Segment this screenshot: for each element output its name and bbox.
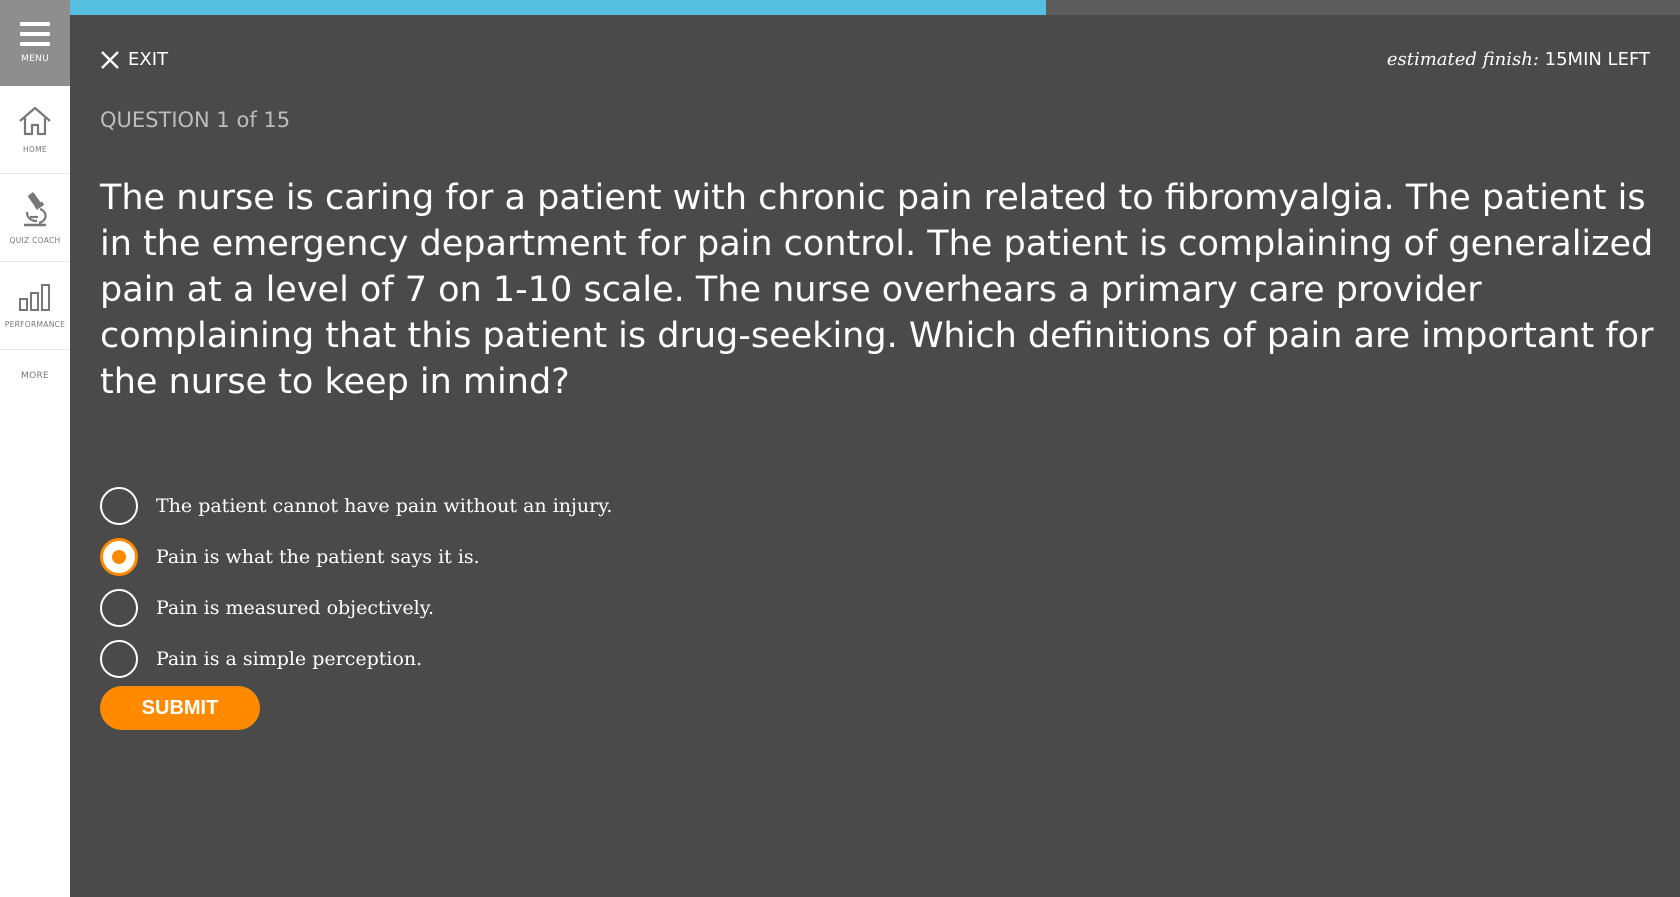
sidebar: MENU HOME QUIZ COACH PERFORMANCE MORE xyxy=(0,0,70,897)
sidebar-item-quiz-coach[interactable]: QUIZ COACH xyxy=(0,174,70,262)
exit-label: EXIT xyxy=(128,49,169,70)
menu-label: MENU xyxy=(21,54,49,64)
microscope-icon xyxy=(24,192,47,227)
radio-button[interactable] xyxy=(100,588,138,627)
progress-bar xyxy=(70,0,1680,15)
quiz-panel: EXIT estimated finish: 15MIN LEFT QUESTI… xyxy=(70,15,1680,897)
estimated-finish: estimated finish: 15MIN LEFT xyxy=(1387,49,1650,70)
exit-button[interactable]: EXIT xyxy=(100,49,168,70)
radio-button[interactable] xyxy=(100,486,138,525)
answer-option[interactable]: Pain is measured objectively. xyxy=(100,582,612,633)
answer-option[interactable]: Pain is what the patient says it is. xyxy=(100,531,612,582)
answer-list: The patient cannot have pain without an … xyxy=(100,480,612,684)
estimate-value: 15MIN LEFT xyxy=(1538,49,1650,70)
estimate-prefix: estimated finish: xyxy=(1386,49,1539,70)
sidebar-item-label: PERFORMANCE xyxy=(4,320,66,329)
answer-text: Pain is measured objectively. xyxy=(156,596,434,619)
hamburger-icon xyxy=(20,22,50,52)
sidebar-item-performance[interactable]: PERFORMANCE xyxy=(0,262,70,350)
answer-option[interactable]: Pain is a simple perception. xyxy=(100,633,612,684)
answer-text: The patient cannot have pain without an … xyxy=(156,494,613,517)
close-icon xyxy=(101,50,119,69)
progress-fill xyxy=(70,0,1046,15)
sidebar-item-more[interactable]: MORE xyxy=(0,350,70,402)
answer-text: Pain is a simple perception. xyxy=(156,647,423,670)
home-icon xyxy=(19,106,51,136)
bar-chart-icon xyxy=(19,284,50,311)
question-text: The nurse is caring for a patient with c… xyxy=(100,178,1654,402)
question-number: QUESTION 1 of 15 xyxy=(100,108,291,132)
answer-text: Pain is what the patient says it is. xyxy=(156,545,480,568)
answer-option[interactable]: The patient cannot have pain without an … xyxy=(100,480,612,531)
sidebar-item-label: HOME xyxy=(23,145,47,154)
menu-button[interactable]: MENU xyxy=(0,0,70,86)
submit-button[interactable]: SUBMIT xyxy=(100,686,260,730)
radio-button[interactable] xyxy=(100,537,138,576)
sidebar-item-home[interactable]: HOME xyxy=(0,86,70,174)
sidebar-item-label: MORE xyxy=(21,371,49,381)
radio-button[interactable] xyxy=(100,639,138,678)
sidebar-item-label: QUIZ COACH xyxy=(9,236,61,245)
